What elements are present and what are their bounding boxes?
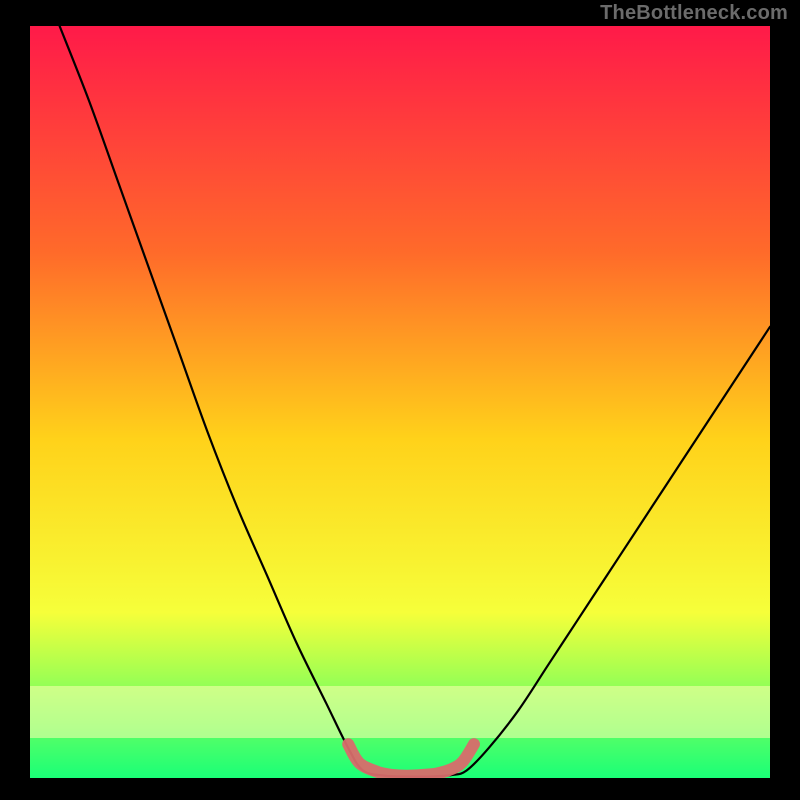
bottleneck-chart xyxy=(30,26,770,778)
highlight-band xyxy=(30,686,770,738)
watermark-text: TheBottleneck.com xyxy=(600,2,788,25)
gradient-background xyxy=(30,26,770,778)
chart-frame: TheBottleneck.com xyxy=(0,0,800,800)
